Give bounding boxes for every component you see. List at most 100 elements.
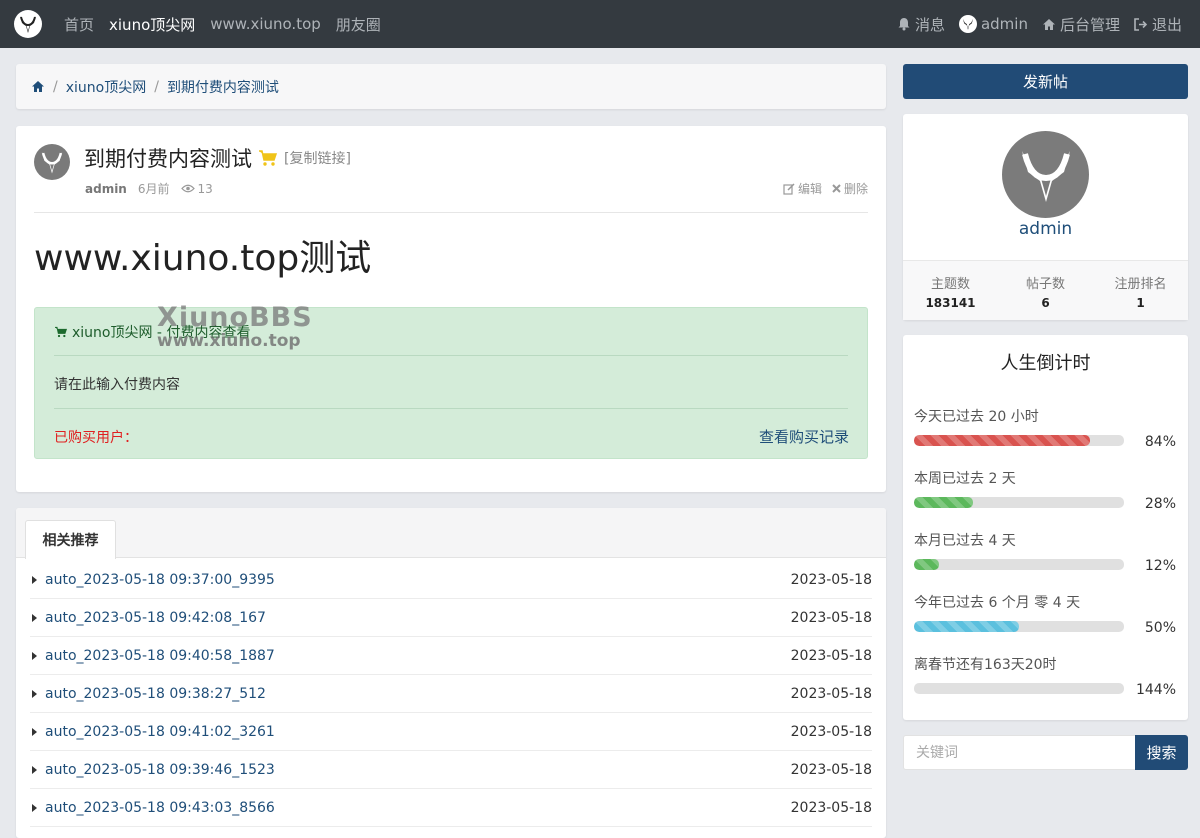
stat-label: 主题数 [930,277,970,292]
breadcrumb-separator: / [154,78,159,95]
related-date: 2023-05-18 [790,761,872,778]
list-item[interactable]: auto_2023-05-18 09:41:02_3261 2023-05-18 [30,713,872,751]
related-link[interactable]: auto_2023-05-18 09:42:08_167 [30,610,266,626]
copy-link-button[interactable]: [复制链接] [284,148,351,168]
countdown-item: 今天已过去 20 小时 84% [914,406,1176,450]
breadcrumb-site[interactable]: xiuno顶尖网 [66,77,147,97]
nav-logout[interactable]: 退出 [1134,14,1182,35]
countdown-card: 人生倒计时 今天已过去 20 小时 84% 本周已过去 2 天 28% 本月已过… [903,335,1188,720]
breadcrumb: / xiuno顶尖网 / 到期付费内容测试 [16,64,886,109]
list-item[interactable]: auto_2023-05-18 09:43:03_8566 2023-05-18 [30,789,872,827]
related-date: 2023-05-18 [790,723,872,740]
nav-user[interactable]: admin [958,15,1028,33]
progress-fill [914,497,973,508]
caret-right-icon [32,575,37,584]
progress-track [914,497,1124,508]
nav-xiuno-top[interactable]: www.xiuno.top [210,15,321,33]
paid-content-title: xiuno顶尖网 - 付费内容查看 [72,325,251,341]
post-meta: admin 6月前 13 [85,180,213,197]
bull-logo-icon[interactable] [14,10,42,38]
list-item[interactable]: auto_2023-05-18 09:38:27_512 2023-05-18 [30,675,872,713]
tab-related[interactable]: 相关推荐 [25,520,116,559]
related-link[interactable]: auto_2023-05-18 09:38:27_512 [30,686,266,702]
related-link[interactable]: auto_2023-05-18 09:39:46_1523 [30,762,275,778]
post-title: 到期付费内容测试 [84,147,252,171]
caret-right-icon [32,803,37,812]
search-button[interactable]: 搜索 [1135,735,1188,770]
countdown-percent: 144% [1135,682,1176,698]
post-views-count: 13 [197,181,213,196]
related-tabbar: 相关推荐 [16,508,886,559]
countdown-label: 今年已过去 6 个月 零 4 天 [914,595,1081,611]
paid-content-header: xiuno顶尖网 - 付费内容查看 [54,322,250,342]
new-post-button[interactable]: 发新帖 [903,64,1188,99]
countdown-title: 人生倒计时 [1000,353,1091,374]
edit-icon [783,182,795,195]
nav-logout-label: 退出 [1151,15,1182,34]
related-date: 2023-05-18 [790,799,872,816]
progress-fill [914,435,1091,446]
profile-avatar[interactable] [1002,131,1089,218]
bell-icon [898,18,910,31]
delete-button[interactable]: 删除 [832,180,868,197]
nav-messages-label: 消息 [914,15,945,34]
top-navbar: 首页 xiuno顶尖网 www.xiuno.top 朋友圈 消息 admin 后… [0,0,1200,48]
caret-right-icon [32,689,37,698]
caret-right-icon [32,613,37,622]
stat-rank: 注册排名 1 [1093,261,1188,320]
home-icon[interactable] [31,80,45,93]
list-item[interactable]: auto_2023-05-18 09:42:08_167 2023-05-18 [30,599,872,637]
list-item[interactable]: auto_2023-05-18 09:37:00_9395 2023-05-18 [30,561,872,599]
nav-home[interactable]: 首页 [64,14,94,35]
post-title-row: 到期付费内容测试 [复制链接] [84,143,351,173]
nav-messages[interactable]: 消息 [897,14,945,35]
post-author[interactable]: admin [85,182,127,196]
countdown-percent: 50% [1144,620,1176,636]
related-title: auto_2023-05-18 09:39:46_1523 [45,761,275,778]
post-time: 6月前 [137,182,170,196]
list-item[interactable]: auto_2023-05-18 09:39:46_1523 2023-05-18 [30,751,872,789]
related-link[interactable]: auto_2023-05-18 09:37:00_9395 [30,572,275,588]
related-link[interactable]: auto_2023-05-18 09:41:02_3261 [30,724,275,740]
profile-stats: 主题数 183141 帖子数 6 注册排名 1 [903,260,1188,320]
author-avatar[interactable] [34,144,70,180]
countdown-item: 本周已过去 2 天 28% [914,468,1176,512]
nav-user-label: admin [980,15,1028,33]
eye-icon [180,184,195,193]
paid-content-box: xiuno顶尖网 - 付费内容查看 请在此输入付费内容 已购买用户： 查看购买记… [34,307,868,459]
progress-track [914,559,1124,570]
post-body-heading: www.xiuno.top测试 [34,238,372,279]
list-item[interactable]: auto_2023-05-18 09:40:58_1887 2023-05-18 [30,637,872,675]
search-input[interactable] [903,735,1135,770]
progress-track [914,683,1124,694]
countdown-label: 离春节还有163天20时 [914,657,1057,673]
nav-admin-label: 后台管理 [1059,15,1120,34]
user-avatar [958,15,977,33]
cart-icon [55,326,68,338]
stat-value: 6 [1041,296,1050,310]
related-link[interactable]: auto_2023-05-18 09:43:03_8566 [30,800,275,816]
related-date: 2023-05-18 [790,609,872,626]
countdown-percent: 28% [1144,496,1176,512]
nav-friends[interactable]: 朋友圈 [336,14,381,35]
nav-xiuno-site[interactable]: xiuno顶尖网 [109,14,195,35]
purchase-record-link[interactable]: 查看购买记录 [759,426,849,447]
caret-right-icon [32,765,37,774]
profile-name[interactable]: admin [903,219,1188,239]
related-link[interactable]: auto_2023-05-18 09:40:58_1887 [30,648,275,664]
edit-button[interactable]: 编辑 [783,180,822,197]
search-form: 搜索 [903,735,1188,770]
logout-icon [1134,17,1148,31]
stat-label: 注册排名 [1114,277,1167,292]
caret-right-icon [32,651,37,660]
divider [54,355,848,356]
stat-posts: 帖子数 6 [998,261,1093,320]
breadcrumb-current[interactable]: 到期付费内容测试 [167,77,279,97]
divider [54,408,848,409]
related-title: auto_2023-05-18 09:43:03_8566 [45,799,275,816]
countdown-item: 离春节还有163天20时 144% [914,654,1176,698]
related-title: auto_2023-05-18 09:37:00_9395 [45,571,275,588]
nav-admin[interactable]: 后台管理 [1042,14,1120,35]
related-title: auto_2023-05-18 09:40:58_1887 [45,647,275,664]
progress-fill [914,559,940,570]
